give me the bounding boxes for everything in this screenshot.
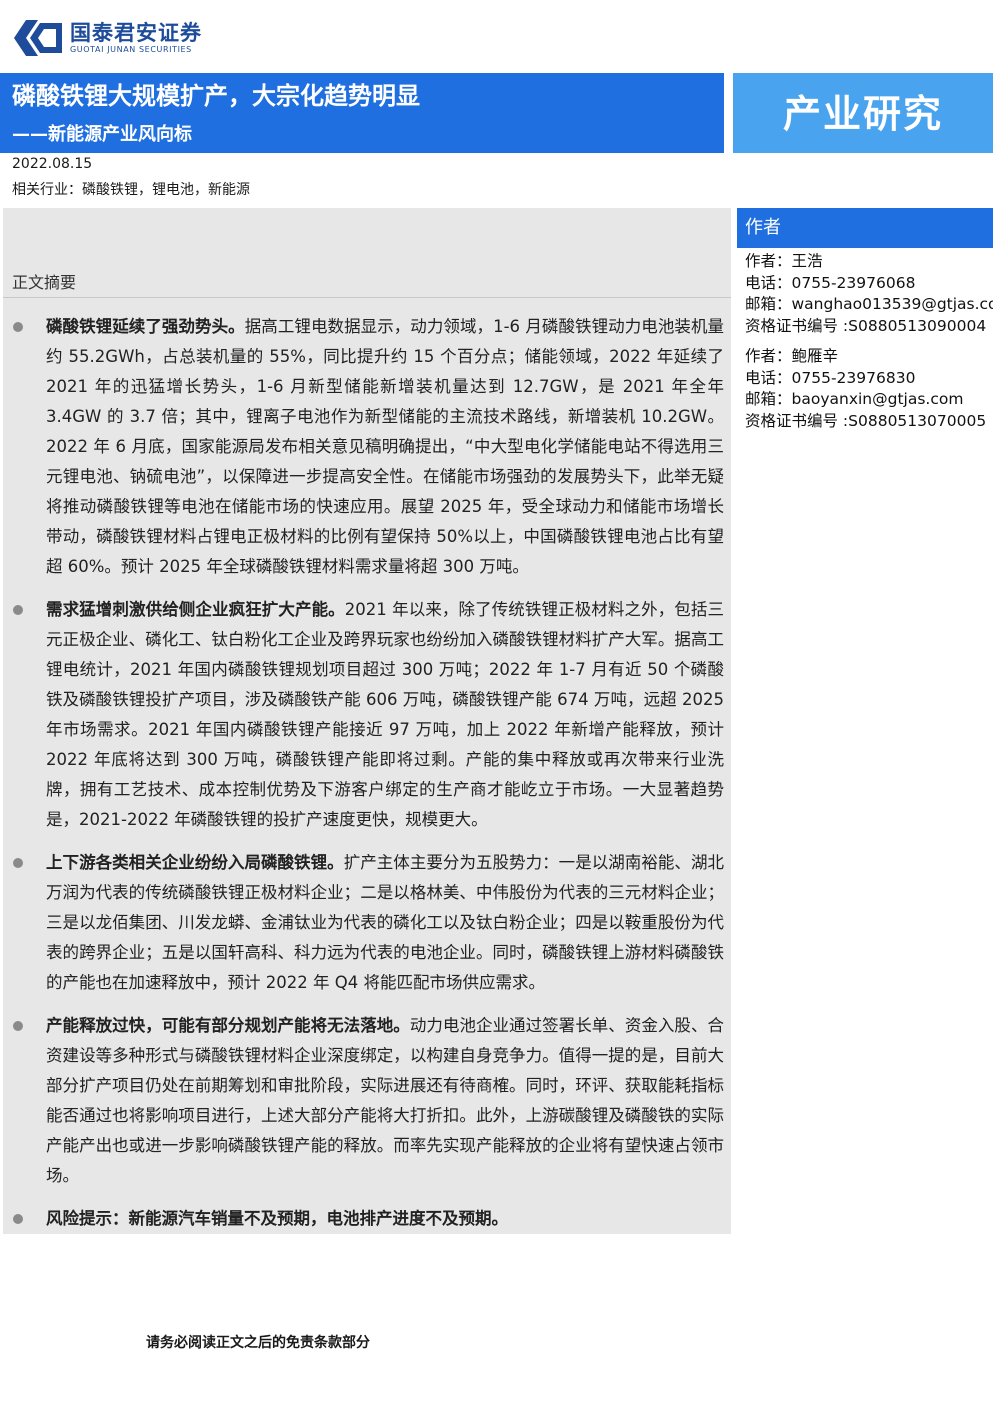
summary-bullet: 产能释放过快，可能有部分规划产能将无法落地。动力电池企业通过签署长单、资金入股、… [0,1011,724,1191]
report-title: 磷酸铁锂大规模扩产，大宗化趋势明显 [12,82,420,110]
disclaimer-note: 请务必阅读正文之后的免责条款部分 [146,1335,370,1351]
bullet-lead: 需求猛增刺激供给侧企业疯狂扩大产能。 [46,600,345,619]
bullet-lead: 上下游各类相关企业纷纷入局磷酸铁锂。 [46,853,344,872]
report-subtitle: ——新能源产业风向标 [12,124,192,145]
author-card: 作者：王浩 电话：0755-23976068 邮箱：wanghao013539@… [745,251,993,338]
summary-label: 正文摘要 [12,273,77,292]
bullet-text: 扩产主体主要分为五股势力：一是以湖南裕能、湖北万润为代表的传统磷酸铁锂正极材料企… [46,853,725,992]
author-name: 作者：鲍雁辛 [745,347,839,365]
company-logo: 国泰君安证券 GUOTAI JUNAN SECURITIES [14,18,202,58]
bullet-text: 2021 年以来，除了传统铁锂正极材料之外，包括三元正极企业、磷化工、钛白粉化工… [46,600,724,829]
author-name: 作者：王浩 [745,252,823,270]
bullet-lead: 产能释放过快，可能有部分规划产能将无法落地。 [46,1016,410,1035]
logo-mark-icon [14,20,62,56]
author-phone: 电话：0755-23976830 [745,368,916,387]
author-cert: 资格证书编号 :S0880513090004 [745,317,987,336]
author-card: 作者：鲍雁辛 电话：0755-23976830 邮箱：baoyanxin@gtj… [745,346,993,433]
summary-bullet: 磷酸铁锂延续了强劲势头。据高工锂电数据显示，动力领域，1-6 月磷酸铁锂动力电池… [0,312,724,582]
author-header: 作者 [745,217,781,238]
author-phone: 电话：0755-23976068 [745,273,916,292]
related-industry: 相关行业：磷酸铁锂，锂电池，新能源 [12,182,250,198]
author-email: 邮箱：baoyanxin@gtjas.com [745,390,964,409]
summary-bullets: 磷酸铁锂延续了强劲势头。据高工锂电数据显示，动力领域，1-6 月磷酸铁锂动力电池… [0,312,724,1247]
bullet-dot-icon [13,322,23,332]
bullet-text: 据高工锂电数据显示，动力领域，1-6 月磷酸铁锂动力电池装机量约 55.2GWh… [46,317,725,576]
bullet-lead: 磷酸铁锂延续了强劲势头。 [46,317,245,336]
report-category: 产业研究 [782,92,943,136]
report-date: 2022.08.15 [12,156,93,172]
author-email: 邮箱：wanghao013539@gtjas.com [745,295,993,314]
logo-name-cn: 国泰君安证券 [70,21,202,45]
summary-bullet: 风险提示：新能源汽车销量不及预期，电池排产进度不及预期。 [0,1204,724,1234]
bullet-dot-icon [13,1021,23,1031]
summary-bullet: 需求猛增刺激供给侧企业疯狂扩大产能。2021 年以来，除了传统铁锂正极材料之外，… [0,595,724,835]
bullet-dot-icon [13,858,23,868]
author-cert: 资格证书编号 :S0880513070005 [745,412,987,431]
bullet-dot-icon [13,605,23,615]
summary-divider [3,297,731,298]
bullet-text: 动力电池企业通过签署长单、资金入股、合资建设等多种形式与磷酸铁锂材料企业深度绑定… [46,1016,725,1185]
bullet-dot-icon [13,1214,23,1224]
logo-name-en: GUOTAI JUNAN SECURITIES [70,45,192,54]
summary-bullet: 上下游各类相关企业纷纷入局磷酸铁锂。扩产主体主要分为五股势力：一是以湖南裕能、湖… [0,848,724,998]
bullet-lead: 风险提示：新能源汽车销量不及预期，电池排产进度不及预期。 [46,1209,508,1228]
